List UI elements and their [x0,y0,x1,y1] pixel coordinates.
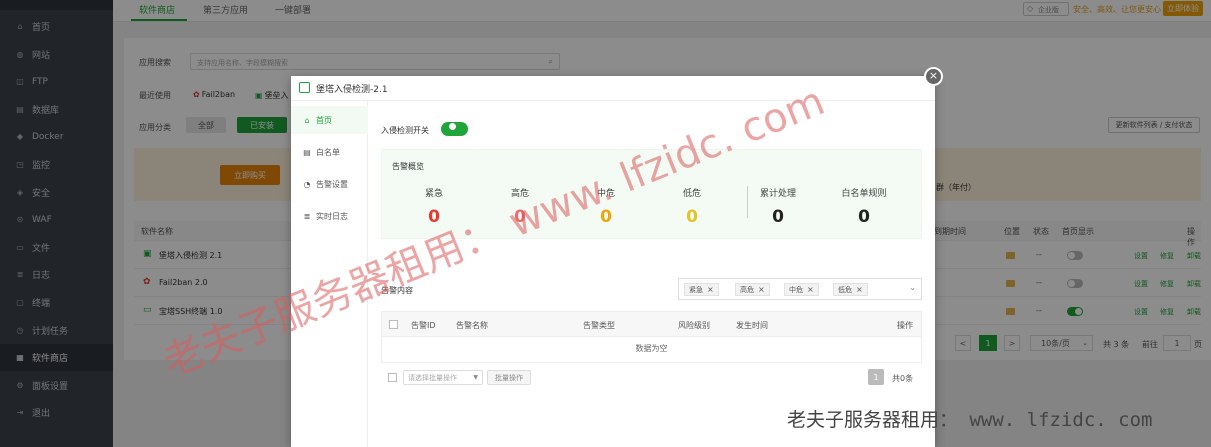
chevron-down-icon[interactable]: ⌄ [909,283,916,292]
modal-content: 入侵检测开关 告警概览 紧急 0 高危 0 中危 0 低危 0 累计处理 0 白名单规则 0 告警内容… [368,101,935,447]
modal-nav-label: 白名单 [316,147,340,157]
close-icon[interactable]: × [856,285,863,294]
col-time: 发生时间 [736,321,768,330]
stat-value: 0 [772,207,784,227]
col-alert-name: 告警名称 [456,321,488,330]
plugin-modal: 堡塔入侵检测-2.1 ⌂ 首页 ▤ 白名单 ◔ 告警设置 ≣ 实时日志 入侵检测开关 告警概览… [291,76,935,447]
filter-tag-label: 紧急 [689,285,703,294]
alert-content-label: 告警内容 [381,286,413,295]
stat-value: 0 [428,207,440,227]
filter-tag: 紧急 × [684,283,719,296]
batch-action-button[interactable]: 批量操作 [487,370,531,385]
stat-name: 累计处理 [759,189,796,199]
close-icon[interactable]: × [924,67,943,86]
modal-nav: ⌂ 首页 ▤ 白名单 ◔ 告警设置 ≣ 实时日志 [291,101,368,447]
close-icon[interactable]: × [758,285,765,294]
stat-name: 白名单规则 [841,189,887,199]
modal-title: 堡塔入侵检测-2.1 [316,85,388,95]
ids-switch-toggle[interactable] [441,122,468,136]
modal-nav-item[interactable]: ≣ 实时日志 [291,202,368,230]
stat-value: 0 [514,207,526,227]
modal-nav-label: 首页 [316,115,332,125]
ids-switch-label: 入侵检测开关 [381,126,429,135]
alert-table-empty: 数据为空 [381,337,922,363]
overview-stat: 中危 0 [566,186,646,227]
overview-stat: 紧急 0 [394,186,474,227]
risk-filter-select[interactable]: 紧急 × 高危 × 中危 × 低危 × ⌄ [678,278,922,300]
filter-tag-label: 中危 [789,285,803,294]
modal-nav-label: 告警设置 [316,179,348,189]
stat-value: 0 [686,207,698,227]
stat-value: 0 [600,207,612,227]
filter-tag: 低危 × [833,283,868,296]
col-ops: 操作 [897,321,913,330]
modal-title-bar: 堡塔入侵检测-2.1 [291,76,935,101]
bottom-select-checkbox[interactable] [388,373,397,382]
alert-pager-current[interactable]: 1 [868,369,884,385]
stat-name: 紧急 [424,189,443,199]
modal-nav-item[interactable]: ▤ 白名单 [291,138,368,166]
stat-name: 高危 [510,189,529,199]
overview-divider [747,186,748,218]
overview-stat: 高危 0 [480,186,560,227]
overview-stat: 累计处理 0 [738,186,818,227]
alert-pager-total: 共0条 [892,374,914,383]
bell-icon: ◔ [303,179,311,189]
alert-overview-card: 告警概览 紧急 0 高危 0 中危 0 低危 0 累计处理 0 白名单规则 0 [381,149,922,239]
watermark-bottom: 老夫子服务器租用： www. lfzidc. com [787,409,1153,431]
col-risk-level: 风险级别 [678,321,710,330]
filter-tag-label: 高危 [740,285,754,294]
stat-name: 低危 [682,189,701,199]
caret-down-icon: ▼ [473,374,478,381]
col-alert-type: 告警类型 [583,321,615,330]
modal-nav-label: 实时日志 [316,211,348,221]
stat-name: 中危 [596,189,615,199]
plugin-icon [299,82,310,93]
close-icon[interactable]: × [807,285,814,294]
close-icon[interactable]: × [707,285,714,294]
modal-nav-item[interactable]: ⌂ 首页 [291,106,368,134]
batch-action-select[interactable]: 请选择批量操作 ▼ [403,370,483,385]
col-alert-id: 告警ID [411,321,436,330]
alert-table-header: 告警ID 告警名称 告警类型 风险级别 发生时间 操作 [381,311,922,337]
filter-tag: 中危 × [784,283,819,296]
modal-nav-item[interactable]: ◔ 告警设置 [291,170,368,198]
stat-value: 0 [858,207,870,227]
filter-tag-label: 低危 [838,285,852,294]
whitelist-icon: ▤ [303,147,311,157]
overview-stat: 低危 0 [652,186,732,227]
batch-select-placeholder: 请选择批量操作 [408,373,457,382]
select-all-checkbox[interactable] [389,320,398,329]
filter-tag: 高危 × [735,283,770,296]
home-icon: ⌂ [304,115,310,125]
log-icon: ≣ [303,211,311,221]
overview-stat: 白名单规则 0 [824,186,904,227]
overview-title: 告警概览 [392,162,424,171]
